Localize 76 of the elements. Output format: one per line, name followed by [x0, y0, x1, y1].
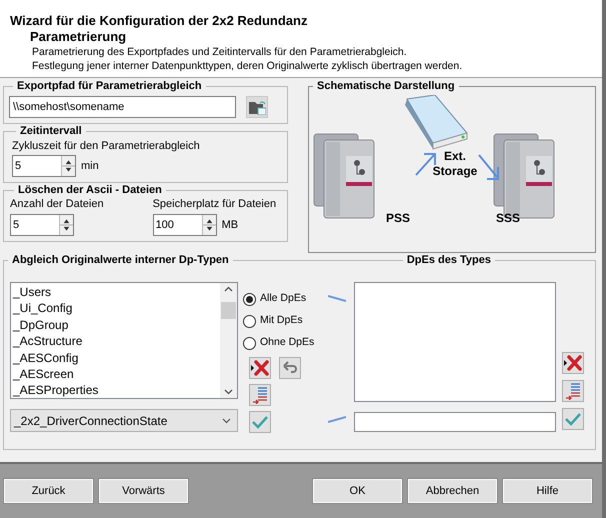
scroll-up-icon[interactable] — [224, 286, 233, 292]
server-label: SSS — [496, 210, 520, 227]
list-item[interactable]: _DpGroup — [13, 316, 220, 334]
spin-arrows-icon[interactable] — [202, 215, 216, 235]
dpe-input-field[interactable] — [354, 412, 556, 432]
group-title: Exportpfad für Parametrierabgleich — [16, 80, 203, 93]
spin-value: 5 — [12, 218, 20, 233]
radio-button[interactable] — [243, 292, 256, 306]
scrollbar[interactable] — [220, 283, 237, 398]
nav-button[interactable]: Vorwärts — [99, 479, 188, 503]
delete-icon — [251, 360, 269, 376]
list-item[interactable]: _AcStructure — [13, 333, 220, 350]
page-subtitle: Parametrierung — [29, 29, 128, 45]
browse-folder-button[interactable] — [246, 96, 268, 118]
spin-arrows-icon[interactable] — [61, 156, 75, 176]
sort-list-icon — [252, 386, 268, 404]
radio-option[interactable]: Ohne DpEs — [243, 332, 328, 354]
field-label: Speicherplatz für Dateien — [152, 197, 276, 211]
radio-button[interactable] — [243, 314, 256, 328]
list-item[interactable]: _AEScreen — [13, 366, 220, 382]
field-label: Anzahl der Dateien — [10, 197, 104, 211]
delete-button[interactable] — [562, 352, 584, 374]
sort-list-icon — [565, 382, 581, 400]
spin-value: 100 — [154, 218, 175, 233]
storage-label: Ext. Storage — [432, 149, 478, 179]
apply-button[interactable] — [249, 411, 271, 433]
undo-icon — [282, 360, 298, 376]
list-item[interactable]: _Users — [13, 284, 220, 300]
spin-box[interactable]: 5 — [10, 214, 74, 236]
check-icon — [252, 415, 268, 429]
description-text: Parametrierung des Exportpfades und Zeitintervalls für den Parametrierabgleich. — [31, 45, 408, 59]
group-title: Löschen der Ascii - Dateien — [17, 184, 163, 197]
group-title: DpEs des Types — [406, 254, 492, 266]
delete-icon — [564, 355, 582, 371]
group-title: Schematische Darstellung — [316, 80, 456, 93]
connector-line — [328, 295, 346, 302]
spin-box[interactable]: 5 — [12, 155, 76, 177]
server-label: PSS — [386, 210, 410, 227]
wizard-title: Wizard für die Konfiguration der 2x2 Redundanz — [10, 13, 308, 29]
radio-label: Alle DpEs — [260, 291, 306, 306]
dialog-button[interactable]: OK — [313, 479, 402, 503]
scroll-down-icon[interactable] — [224, 389, 233, 395]
undo-button[interactable] — [279, 357, 301, 379]
unit-label: min — [81, 158, 99, 174]
sort-button[interactable] — [249, 384, 271, 406]
path-field[interactable]: \\somehost\somename — [9, 96, 236, 118]
dropdown-value: _2x2_DriverConnectionState — [14, 412, 168, 430]
type-dropdown[interactable]: _2x2_DriverConnectionState — [10, 409, 238, 432]
spin-value: 5 — [14, 159, 22, 174]
dialog-button[interactable]: Abbrechen — [408, 479, 497, 503]
group-title: Zeitintervall — [19, 125, 83, 138]
spin-box[interactable]: 100 — [152, 214, 217, 236]
dialog-button[interactable]: Hilfe — [503, 479, 592, 503]
radio-option[interactable]: Alle DpEs — [243, 288, 328, 310]
radio-button[interactable] — [243, 336, 256, 350]
folder-icon — [248, 99, 266, 115]
sort-button[interactable] — [562, 380, 584, 402]
list-item[interactable]: _Ui_Config — [13, 300, 220, 317]
radio-label: Ohne DpEs — [260, 335, 314, 350]
list-item[interactable]: _AESConfig — [13, 350, 220, 366]
apply-button[interactable] — [562, 408, 584, 430]
radio-option[interactable]: Mit DpEs — [243, 310, 328, 332]
unit-label: MB — [222, 218, 238, 233]
scroll-thumb[interactable] — [221, 302, 236, 319]
field-label: Zykluszeit für den Parametrierabgleich — [12, 139, 201, 153]
chevron-down-icon — [222, 418, 231, 424]
radio-label: Mit DpEs — [260, 313, 303, 328]
check-icon — [565, 412, 581, 426]
group-title: Abgleich Originalwerte interner Dp-Typen — [11, 254, 230, 266]
arrow-icon — [477, 153, 501, 183]
description-text: Festlegung jener interner Datenpunkttypen, deren Originalwerte zyklisch übertragen werden. — [31, 59, 464, 73]
list-item[interactable]: _AESProperties — [13, 382, 220, 399]
nav-button[interactable]: Zurück — [4, 479, 93, 503]
delete-button[interactable] — [249, 357, 271, 379]
spin-arrows-icon[interactable] — [59, 215, 73, 235]
connector-line — [328, 416, 346, 423]
